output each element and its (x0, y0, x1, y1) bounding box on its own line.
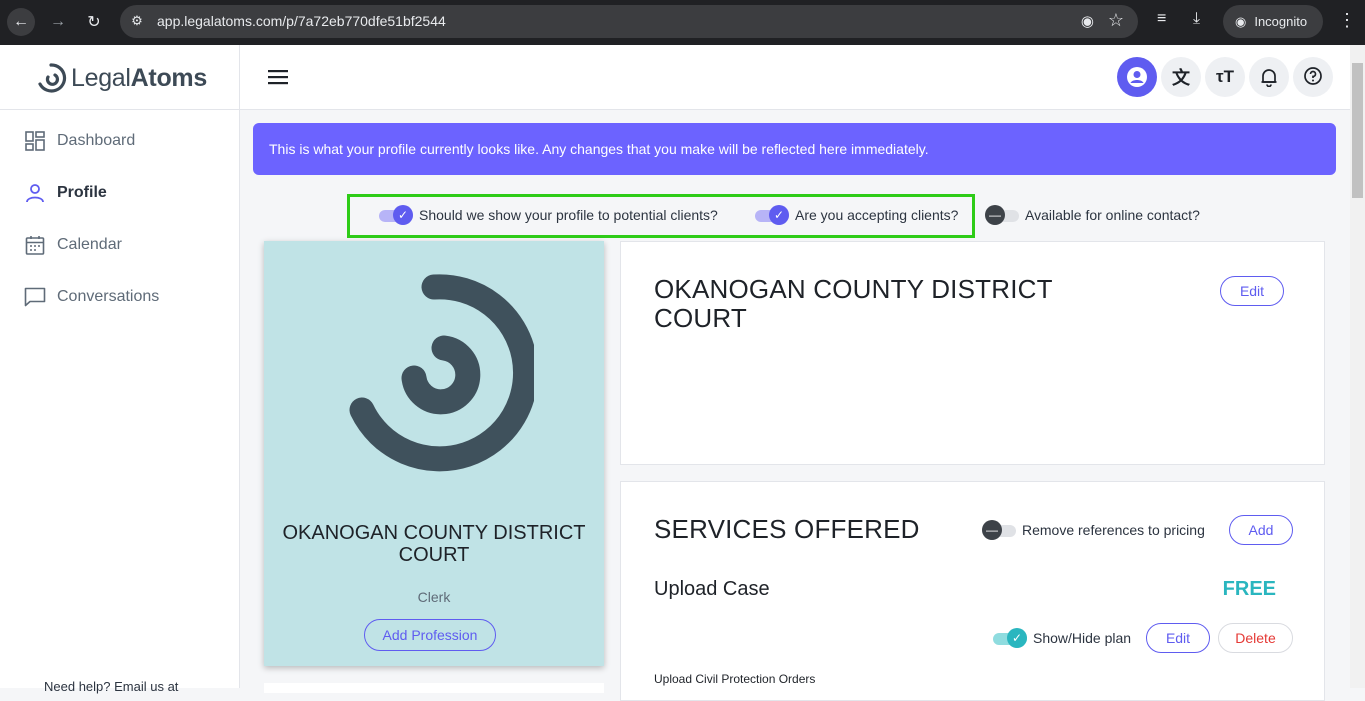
about-heading: OKANOGAN COUNTY DISTRICT COURT (654, 274, 1053, 333)
sidebar-divider (0, 109, 240, 110)
show-profile-toggle[interactable]: ✓ Should we show your profile to potenti… (379, 204, 718, 226)
dashboard-icon (24, 130, 46, 152)
help-text: Need help? Email us at (44, 679, 179, 694)
service-price: FREE (1222, 578, 1276, 600)
reload-button[interactable]: ↻ (80, 8, 108, 36)
service-description: Upload Civil Protection Orders (654, 672, 816, 686)
logo-mark-icon (38, 63, 67, 93)
check-icon: ✓ (769, 205, 789, 225)
sidebar-item-calendar[interactable]: Calendar (24, 232, 122, 258)
browser-menu-icon[interactable]: ⋮ (1338, 10, 1356, 31)
sidebar-item-conversations[interactable]: Conversations (24, 284, 159, 310)
show-hide-plan-switch[interactable]: ✓ (993, 628, 1027, 648)
help-button[interactable] (1293, 57, 1333, 97)
eye-off-icon[interactable]: ◉ (1081, 12, 1094, 30)
logo-text-bold: Atoms (130, 63, 208, 92)
chat-icon (24, 286, 46, 308)
bookmark-star-icon[interactable]: ☆ (1108, 10, 1124, 31)
online-contact-toggle[interactable]: — Available for online contact? (985, 204, 1200, 226)
services-heading: SERVICES OFFERED (654, 514, 920, 544)
remove-pricing-switch[interactable]: — (982, 520, 1016, 540)
person-icon (24, 182, 46, 204)
check-icon: ✓ (1007, 628, 1027, 648)
sidebar-item-label: Profile (57, 184, 107, 201)
hamburger-menu-icon[interactable] (268, 67, 288, 87)
translate-icon: 文 (1172, 68, 1190, 88)
online-contact-switch[interactable]: — (985, 205, 1019, 225)
back-button[interactable]: ← (7, 8, 35, 36)
site-settings-icon[interactable]: ⚙ (129, 13, 145, 29)
profile-preview-banner: This is what your profile currently look… (253, 123, 1336, 175)
online-contact-label: Available for online contact? (1025, 207, 1200, 223)
sidebar: LegalAtoms Dashboard Profile Calendar Co… (0, 45, 240, 694)
edit-service-button[interactable]: Edit (1146, 623, 1210, 653)
service-title: Upload Case (654, 578, 770, 600)
download-icon[interactable]: ⤓ (1193, 10, 1200, 28)
profile-role: Clerk (417, 589, 451, 605)
minus-icon: — (982, 520, 1002, 540)
show-hide-plan-label: Show/Hide plan (1033, 630, 1132, 646)
notifications-button[interactable] (1249, 57, 1289, 97)
logo-text-light: Legal (71, 63, 131, 92)
sidebar-item-label: Calendar (57, 236, 122, 253)
account-circle-icon (1127, 67, 1147, 87)
check-icon: ✓ (393, 205, 413, 225)
add-profession-button[interactable]: Add Profession (364, 619, 496, 651)
logo-text: LegalAtoms (71, 64, 207, 93)
services-panel: SERVICES OFFERED — Remove references to … (620, 481, 1325, 701)
account-button[interactable] (1117, 57, 1157, 97)
text-size-icon: τT (1216, 67, 1234, 86)
show-profile-label: Should we show your profile to potential… (419, 207, 718, 223)
address-bar[interactable]: ⚙ app.legalatoms.com/p/7a72eb770dfe51bf2… (120, 5, 1138, 38)
minus-icon: — (985, 205, 1005, 225)
show-profile-switch[interactable]: ✓ (379, 205, 413, 225)
remove-pricing-toggle[interactable]: — Remove references to pricing (982, 519, 1205, 541)
incognito-label: Incognito (1254, 14, 1308, 29)
about-panel: OKANOGAN COUNTY DISTRICT COURT Edit (620, 241, 1325, 465)
sidebar-item-label: Dashboard (57, 132, 136, 149)
help-icon (1304, 67, 1322, 85)
accepting-clients-switch[interactable]: ✓ (755, 205, 789, 225)
browser-toolbar: ← → ↻ ⚙ app.legalatoms.com/p/7a72eb770df… (0, 0, 1365, 45)
accepting-clients-label: Are you accepting clients? (795, 207, 959, 223)
scrollbar-thumb[interactable] (1352, 63, 1363, 198)
sidebar-item-profile[interactable]: Profile (24, 180, 107, 206)
add-service-button[interactable]: Add (1229, 515, 1293, 545)
incognito-icon: ◉ (1235, 13, 1247, 29)
incognito-badge[interactable]: ◉ Incognito (1223, 5, 1323, 38)
page-scrollbar[interactable] (1350, 45, 1365, 688)
topbar: 文 τT (240, 45, 1350, 110)
delete-service-button[interactable]: Delete (1218, 623, 1293, 653)
forward-button[interactable]: → (44, 8, 72, 36)
show-hide-plan-toggle[interactable]: ✓ Show/Hide plan (993, 627, 1131, 649)
translate-button[interactable]: 文 (1161, 57, 1201, 97)
bell-icon (1261, 69, 1277, 87)
logo[interactable]: LegalAtoms (35, 62, 207, 94)
url-text[interactable]: app.legalatoms.com/p/7a72eb770dfe51bf254… (157, 13, 446, 29)
profile-card: OKANOGAN COUNTY DISTRICT COURT Clerk Add… (264, 241, 604, 666)
profile-name: OKANOGAN COUNTY DISTRICT COURT (282, 522, 586, 566)
sidebar-item-label: Conversations (57, 288, 160, 305)
calendar-icon (24, 234, 46, 256)
reading-list-icon[interactable]: ≡ (1157, 10, 1166, 28)
next-card (264, 683, 604, 693)
remove-pricing-label: Remove references to pricing (1022, 522, 1205, 538)
sidebar-item-dashboard[interactable]: Dashboard (24, 128, 135, 154)
profile-avatar-logo-icon (349, 274, 534, 472)
edit-about-button[interactable]: Edit (1220, 276, 1284, 306)
text-size-button[interactable]: τT (1205, 57, 1245, 97)
accepting-clients-toggle[interactable]: ✓ Are you accepting clients? (755, 204, 958, 226)
